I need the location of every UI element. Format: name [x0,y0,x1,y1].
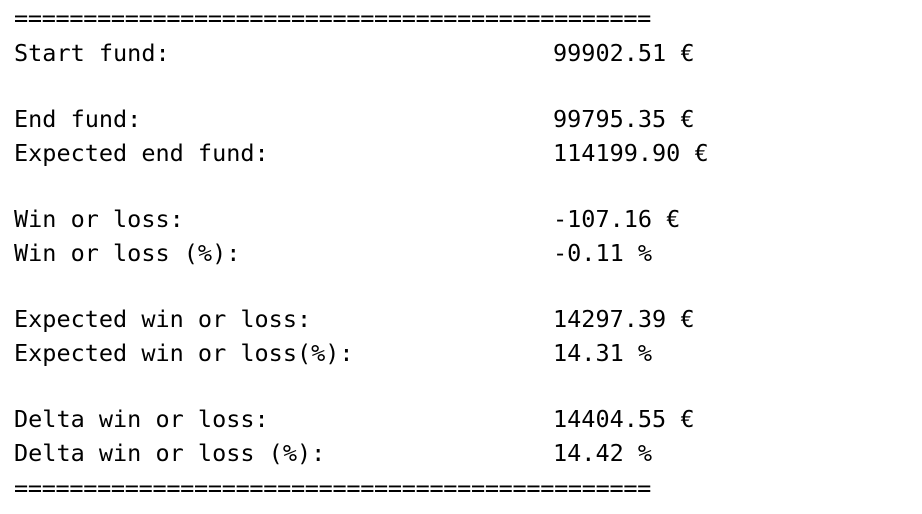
row-value: 99795.35 € [553,105,695,133]
row-label: Expected win or loss: [14,305,312,333]
row-end-fund: End fund: 99795.35 € [14,102,922,136]
row-win-or-loss-percent: Win or loss (%): -0.11 % [14,236,922,270]
row-value: 14297.39 € [553,305,695,333]
separator-bottom: ========================================… [14,474,652,502]
row-label: Delta win or loss (%): [14,439,326,467]
row-delta-win-or-loss-percent: Delta win or loss (%): 14.42 % [14,436,922,470]
row-label: Delta win or loss: [14,405,269,433]
row-value: -107.16 € [553,205,681,233]
row-label: Win or loss (%): [14,239,241,267]
row-expected-win-or-loss-percent: Expected win or loss(%): 14.31 % [14,336,922,370]
row-label: Win or loss: [14,205,184,233]
row-label: Expected win or loss(%): [14,339,354,367]
row-expected-end-fund: Expected end fund: 114199.90 € [14,136,922,170]
row-start-fund: Start fund: 99902.51 € [14,36,922,70]
row-win-or-loss: Win or loss: -107.16 € [14,202,922,236]
row-value: 14.42 % [553,439,653,467]
row-label: Start fund: [14,39,170,67]
separator-top: ========================================… [14,4,652,32]
row-value: 14404.55 € [553,405,695,433]
row-expected-win-or-loss: Expected win or loss: 14297.39 € [14,302,922,336]
row-value: 14.31 % [553,339,653,367]
row-label: Expected end fund: [14,139,269,167]
row-value: 114199.90 € [553,139,709,167]
row-value: -0.11 % [553,239,653,267]
terminal-output: ========================================… [14,0,922,514]
row-delta-win-or-loss: Delta win or loss: 14404.55 € [14,402,922,436]
row-label: End fund: [14,105,142,133]
row-value: 99902.51 € [553,39,695,67]
